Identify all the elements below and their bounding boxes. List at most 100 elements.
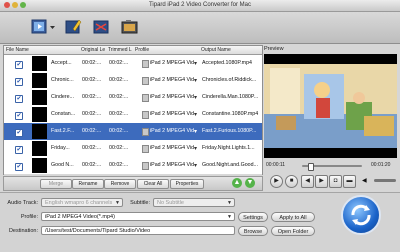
previous-frame-button[interactable]: ◀ [301, 175, 314, 188]
output-name[interactable]: Fast.2.Furious.1080P... [202, 128, 260, 134]
file-row[interactable]: ✔ Cindere... 00:02:... 00:02:... iPad 2 MPEG… [4, 89, 262, 107]
toolbar [0, 12, 400, 44]
column-profile[interactable]: Profile [135, 47, 149, 53]
clip-button[interactable] [92, 17, 111, 36]
file-row[interactable]: ✔ Constan... 00:02:... 00:02:... iPad 2 MPEG… [4, 106, 262, 124]
file-profile[interactable]: iPad 2 MPEG4 Video [150, 60, 194, 66]
preview-frame-image [264, 54, 397, 158]
browse-button[interactable]: Browse [238, 226, 268, 236]
column-original-length[interactable]: Original Le [81, 47, 105, 53]
output-name[interactable]: Accepted.1080P.mp4 [202, 60, 260, 66]
output-name[interactable]: Constantine.1080P.mp4 [202, 111, 260, 117]
file-profile[interactable]: iPad 2 MPEG4 Video [150, 94, 194, 100]
subtitle-select[interactable]: No Subtitle ▼ [153, 198, 235, 207]
window-title: Tipard iPad 2 Video Converter for Mac [148, 2, 252, 8]
file-row[interactable]: ✔ Friday... 00:02:... 00:02:... iPad 2 MPEG4… [4, 140, 262, 158]
add-video-dropdown[interactable] [50, 17, 56, 36]
settings-button[interactable]: Settings [238, 212, 268, 222]
output-name[interactable]: Chronicles.of.Riddick... [202, 77, 260, 83]
file-name: Chronic... [51, 77, 74, 83]
chevron-down-icon[interactable]: ▾ [194, 128, 197, 135]
chevron-down-icon[interactable]: ▾ [194, 111, 197, 118]
chevron-down-icon[interactable]: ▾ [194, 94, 197, 101]
file-thumbnail [32, 124, 47, 139]
file-checkbox[interactable]: ✔ [15, 78, 23, 86]
profile-select[interactable]: iPad 2 MPEG4 Video(*.mp4) ▼ [41, 212, 235, 221]
convert-icon [351, 204, 371, 226]
output-name[interactable]: Friday.Night.Lights.1... [202, 145, 260, 151]
output-name[interactable]: Cinderella.Man.1080P... [202, 94, 260, 100]
profile-icon [142, 77, 149, 85]
chevron-down-icon[interactable]: ▾ [194, 162, 197, 169]
remove-button[interactable]: Remove [104, 179, 136, 189]
trimmed-length: 00:02:... [109, 162, 129, 168]
column-file-name[interactable]: File Name [6, 47, 29, 53]
file-name: Constan... [51, 111, 76, 117]
profile-icon [142, 145, 149, 153]
file-checkbox[interactable]: ✔ [15, 163, 23, 171]
output-name[interactable]: Good.Night.and.Good... [202, 162, 260, 168]
snapshot-preview-button[interactable]: ◘ [329, 175, 342, 188]
destination-field[interactable]: /Users/test/Documents/Tipard Studio/Vide… [41, 226, 235, 235]
original-length: 00:02:... [82, 77, 102, 83]
original-length: 00:02:... [82, 145, 102, 151]
rename-button[interactable]: Rename [72, 179, 104, 189]
file-row[interactable]: ✔ Chronic... 00:02:... 00:02:... iPad 2 MPEG… [4, 72, 262, 90]
file-checkbox[interactable]: ✔ [15, 112, 23, 120]
file-row[interactable]: ✔ Fast.2.F... 00:02:... 00:02:... iPad 2 MPE… [4, 123, 262, 141]
edit-icon [65, 19, 82, 34]
move-down-button[interactable]: ▼ [245, 178, 255, 188]
original-length: 00:02:... [82, 111, 102, 117]
file-row[interactable]: ✔ Accept... 00:02:... 00:02:... iPad 2 MPEG4… [4, 55, 262, 73]
file-list[interactable]: File Name Original Le Trimmed L Profile … [3, 45, 263, 175]
original-length: 00:02:... [82, 162, 102, 168]
file-list-header: File Name Original Le Trimmed L Profile … [4, 46, 262, 55]
apply-to-all-button[interactable]: Apply to All [271, 212, 315, 222]
title-bar: Tipard iPad 2 Video Converter for Mac [0, 0, 400, 12]
seek-knob[interactable] [308, 163, 315, 171]
playback-controls: ▶ ■ ◀ ▶ ◘ ▬ ◀ [264, 173, 397, 189]
open-snapshot-folder-button[interactable]: ▬ [343, 175, 356, 188]
add-video-button[interactable] [30, 17, 49, 36]
profile-icon [142, 94, 149, 102]
file-row[interactable]: ✔ Good N... 00:02:... 00:02:... iPad 2 MPEG4… [4, 157, 262, 175]
move-up-button[interactable]: ▲ [232, 178, 242, 188]
trimmed-length: 00:02:... [109, 94, 129, 100]
chevron-down-icon[interactable]: ▾ [194, 60, 197, 67]
file-checkbox[interactable]: ✔ [15, 129, 23, 137]
profile-icon [142, 60, 149, 68]
convert-button[interactable] [341, 195, 381, 235]
open-folder-button[interactable]: Open Folder [271, 226, 315, 236]
volume-slider[interactable] [374, 179, 396, 182]
chevron-down-icon: ▼ [227, 200, 232, 206]
file-checkbox[interactable]: ✔ [15, 95, 23, 103]
snapshot-button[interactable] [120, 17, 139, 36]
trimmed-length: 00:02:... [109, 145, 129, 151]
file-name: Accept... [51, 60, 72, 66]
file-checkbox[interactable]: ✔ [15, 146, 23, 154]
properties-button[interactable]: Properties [170, 179, 204, 189]
file-profile[interactable]: iPad 2 MPEG4 Video [150, 162, 194, 168]
play-button[interactable]: ▶ [270, 175, 283, 188]
column-trimmed-length[interactable]: Trimmed L [108, 47, 132, 53]
chevron-down-icon[interactable]: ▾ [194, 145, 197, 152]
output-settings-panel: Audio Track: English wmapro 6 channels ▼… [0, 192, 400, 252]
audio-track-label: Audio Track: [7, 200, 38, 206]
file-profile[interactable]: iPad 2 MPEG4 Video [150, 128, 194, 134]
file-name: Fast.2.F... [51, 128, 75, 134]
merge-button[interactable]: Merge [40, 179, 72, 189]
file-name: Cindere... [51, 94, 74, 100]
file-name: Friday... [51, 145, 70, 151]
column-output-name[interactable]: Output Name [201, 47, 231, 53]
clear-all-button[interactable]: Clear All [137, 179, 169, 189]
stop-button[interactable]: ■ [285, 175, 298, 188]
chevron-down-icon[interactable]: ▾ [194, 77, 197, 84]
file-checkbox[interactable]: ✔ [15, 61, 23, 69]
file-profile[interactable]: iPad 2 MPEG4 Video [150, 145, 194, 151]
file-profile[interactable]: iPad 2 MPEG4 Video [150, 111, 194, 117]
edit-button[interactable] [64, 17, 83, 36]
audio-track-select[interactable]: English wmapro 6 channels ▼ [41, 198, 123, 207]
file-profile[interactable]: iPad 2 MPEG4 Video [150, 77, 194, 83]
next-frame-button[interactable]: ▶ [315, 175, 328, 188]
trimmed-length: 00:02:... [109, 111, 129, 117]
